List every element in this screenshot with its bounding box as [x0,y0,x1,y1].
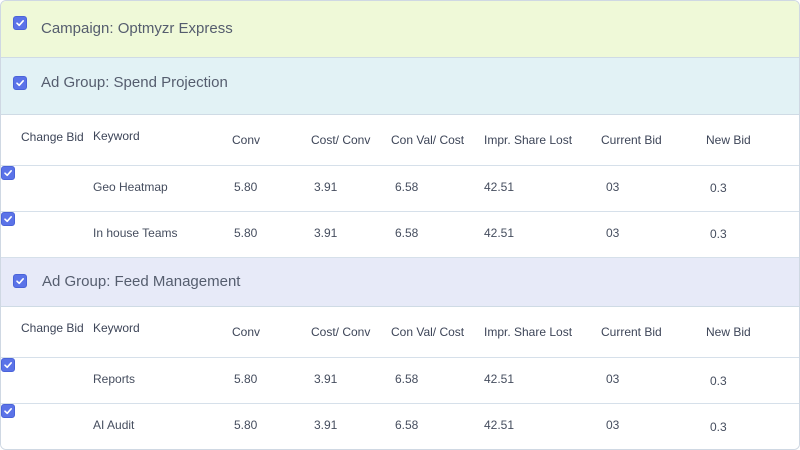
checkmark-icon [16,278,24,285]
impr-share-lost-cell: 42.51 [484,180,515,194]
keyword-cell: Geo Heatmap [93,180,168,194]
new-bid-cell: 0.3 [710,181,727,195]
table-header: Change Bid Keyword Conv Cost/ Conv Con V… [1,115,799,166]
checkmark-icon [4,170,12,177]
current-bid-cell: 03 [606,372,620,386]
table-row: In house Teams 5.80 3.91 6.58 42.51 03 0… [1,212,799,258]
keyword-cell: Reports [93,372,136,386]
new-bid-cell: 0.3 [710,374,727,388]
col-change-bid: Change Bid [21,130,84,144]
ad-group-title: Ad Group: Spend Projection [41,74,228,91]
ad-group-title: Ad Group: Feed Management [42,273,241,290]
table-row: Reports 5.80 3.91 6.58 42.51 03 0.3 [1,358,799,404]
cost-conv-cell: 3.91 [314,180,338,194]
col-new-bid: New Bid [706,133,751,147]
col-current-bid: Current Bid [601,325,662,339]
cost-conv-cell: 3.91 [314,226,338,240]
col-keyword: Keyword [93,129,140,143]
col-con-val-cost: Con Val/ Cost [391,133,465,147]
col-conv: Conv [232,133,261,147]
ad-group-checkbox[interactable] [13,76,27,90]
conv-cell: 5.80 [234,226,258,240]
change-bid-checkbox[interactable] [1,166,15,180]
keyword-cell: AI Audit [93,418,135,432]
change-bid-checkbox[interactable] [1,358,15,372]
current-bid-cell: 03 [606,418,620,432]
ad-group-header: Ad Group: Feed Management [1,258,799,307]
col-cost-conv: Cost/ Conv [311,133,371,147]
keyword-cell: In house Teams [93,226,178,240]
campaign-checkbox[interactable] [13,16,27,30]
cost-conv-cell: 3.91 [314,418,338,432]
con-val-cost-cell: 6.58 [395,418,419,432]
impr-share-lost-cell: 42.51 [484,418,515,432]
campaign-title: Campaign: Optmyzr Express [41,20,233,37]
impr-share-lost-cell: 42.51 [484,372,515,386]
conv-cell: 5.80 [234,418,258,432]
current-bid-cell: 03 [606,180,620,194]
checkmark-icon [4,216,12,223]
current-bid-cell: 03 [606,226,620,240]
checkmark-icon [16,20,24,27]
col-conv: Conv [232,325,261,339]
checkmark-icon [4,362,12,369]
checkmark-icon [4,408,12,415]
col-current-bid: Current Bid [601,133,662,147]
table-row: AI Audit 5.80 3.91 6.58 42.51 03 0.3 [1,404,799,449]
col-new-bid: New Bid [706,325,751,339]
col-impr-share-lost: Impr. Share Lost [484,325,573,339]
ad-group-header: Ad Group: Spend Projection [1,58,799,115]
con-val-cost-cell: 6.58 [395,226,419,240]
col-con-val-cost: Con Val/ Cost [391,325,465,339]
impr-share-lost-cell: 42.51 [484,226,515,240]
conv-cell: 5.80 [234,372,258,386]
col-keyword: Keyword [93,321,140,335]
col-impr-share-lost: Impr. Share Lost [484,133,573,147]
campaign-header: Campaign: Optmyzr Express [1,1,799,58]
new-bid-cell: 0.3 [710,227,727,241]
conv-cell: 5.80 [234,180,258,194]
ad-group-checkbox[interactable] [13,274,27,288]
con-val-cost-cell: 6.58 [395,372,419,386]
table-header: Change Bid Keyword Conv Cost/ Conv Con V… [1,307,799,358]
con-val-cost-cell: 6.58 [395,180,419,194]
change-bid-checkbox[interactable] [1,212,15,226]
col-cost-conv: Cost/ Conv [311,325,371,339]
checkmark-icon [16,80,24,87]
cost-conv-cell: 3.91 [314,372,338,386]
table-row: Geo Heatmap 5.80 3.91 6.58 42.51 03 0.3 [1,166,799,212]
col-change-bid: Change Bid [21,321,84,335]
change-bid-checkbox[interactable] [1,404,15,418]
new-bid-cell: 0.3 [710,420,727,434]
bid-table-panel: Campaign: Optmyzr Express Ad Group: Spen… [0,0,800,450]
